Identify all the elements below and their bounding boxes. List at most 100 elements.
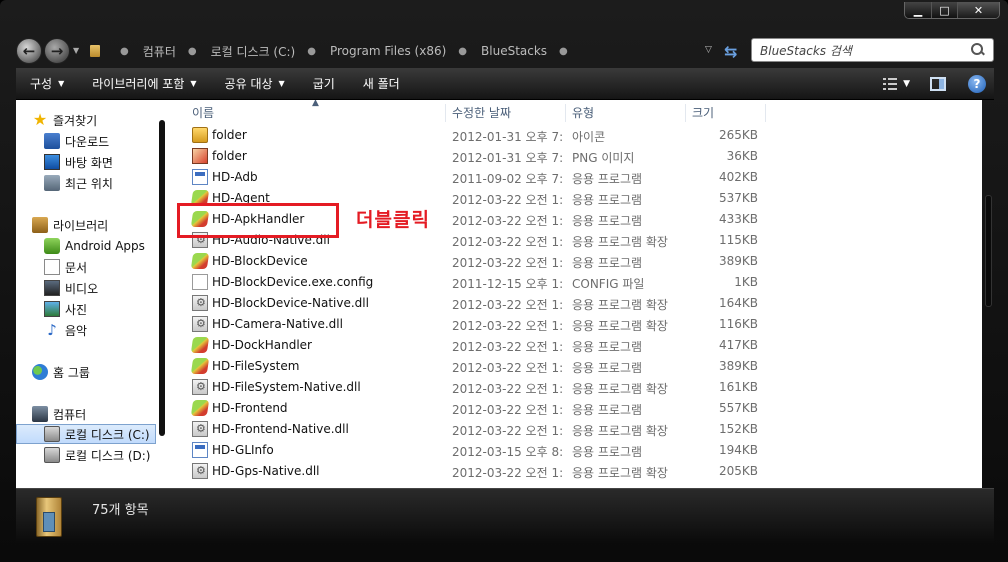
nav-homegroup[interactable]: 홈 그룹 bbox=[32, 362, 172, 382]
file-name: HD-GLInfo bbox=[212, 443, 274, 457]
back-button[interactable]: ← bbox=[16, 38, 42, 64]
nav-scrollbar[interactable] bbox=[159, 120, 165, 436]
downloads-icon bbox=[44, 133, 60, 149]
png-icon bbox=[192, 148, 208, 164]
table-row[interactable]: HD-GLInfo 2012-03-15 오후 8:... 응용 프로그램 194KB bbox=[172, 440, 982, 461]
table-row[interactable]: HD-FileSystem-Native.dll 2012-03-22 오전 1:… bbox=[172, 377, 982, 398]
dll-icon bbox=[192, 463, 208, 479]
highlight-box bbox=[177, 203, 339, 238]
file-name: HD-BlockDevice.exe.config bbox=[212, 275, 374, 289]
file-list-scrollbar[interactable] bbox=[985, 195, 992, 307]
computer-icon bbox=[32, 406, 48, 422]
file-type: 응용 프로그램 확장 bbox=[572, 424, 668, 438]
new-folder-button[interactable]: 새 폴더 bbox=[349, 68, 414, 99]
table-row[interactable]: HD-Frontend-Native.dll 2012-03-22 오전 1:..… bbox=[172, 419, 982, 440]
search-box[interactable]: BlueStacks 검색 bbox=[751, 38, 994, 62]
close-button[interactable]: ✕ bbox=[957, 2, 999, 18]
include-library-button[interactable]: 라이브러리에 포함 ▼ bbox=[78, 68, 210, 99]
nav-pictures[interactable]: 사진 bbox=[44, 299, 172, 319]
breadcrumb-program-files[interactable]: Program Files (x86) bbox=[330, 44, 446, 58]
forward-button[interactable]: → bbox=[44, 38, 70, 64]
table-row[interactable]: HD-BlockDevice.exe.config 2011-12-15 오후 1… bbox=[172, 272, 982, 293]
nav-recent[interactable]: 최근 위치 bbox=[44, 173, 172, 193]
file-type: 응용 프로그램 bbox=[572, 256, 643, 270]
recent-pages-chevron-icon[interactable]: ▼ bbox=[73, 46, 79, 55]
help-icon[interactable]: ? bbox=[968, 74, 986, 93]
nav-label: 홈 그룹 bbox=[53, 365, 90, 380]
table-row[interactable]: HD-Frontend 2012-03-22 오전 1:... 응용 프로그램 557… bbox=[172, 398, 982, 419]
organize-button[interactable]: 구성 ▼ bbox=[16, 68, 78, 99]
view-chevron-down-icon[interactable]: ▼ bbox=[903, 79, 910, 89]
file-date: 2012-01-31 오후 7:... bbox=[452, 151, 564, 165]
file-name: HD-Gps-Native.dll bbox=[212, 464, 320, 478]
search-input[interactable]: BlueStacks 검색 bbox=[760, 42, 852, 59]
view-details-icon[interactable] bbox=[883, 77, 898, 90]
breadcrumb-separator-icon[interactable]: ● bbox=[559, 46, 568, 57]
refresh-icon[interactable]: ⇆ bbox=[724, 42, 737, 61]
nav-downloads[interactable]: 다운로드 bbox=[44, 131, 172, 151]
address-dropdown-chevron-icon[interactable]: ▽ bbox=[705, 45, 712, 55]
table-row[interactable]: HD-Camera-Native.dll 2012-03-22 오전 1:... 응… bbox=[172, 314, 982, 335]
column-name[interactable]: 이름 bbox=[186, 104, 446, 122]
table-row[interactable]: HD-Adb 2011-09-02 오후 7:... 응용 프로그램 402KB bbox=[172, 167, 982, 188]
dll-icon bbox=[192, 379, 208, 395]
breadcrumb-computer[interactable]: 컴퓨터 bbox=[143, 43, 176, 60]
nav-computer[interactable]: 컴퓨터 bbox=[32, 404, 172, 424]
breadcrumb-drive-c[interactable]: 로컬 디스크 (C:) bbox=[211, 43, 296, 60]
table-row[interactable]: HD-Gps-Native.dll 2012-03-22 오전 1:... 응용 프… bbox=[172, 461, 982, 482]
file-date: 2012-03-22 오전 1:... bbox=[452, 382, 564, 396]
column-date[interactable]: 수정한 날짜 bbox=[446, 104, 566, 122]
column-size[interactable]: 크기 bbox=[686, 104, 766, 122]
file-type: 응용 프로그램 확장 bbox=[572, 319, 668, 333]
nav-android-apps[interactable]: Android Apps bbox=[44, 236, 172, 256]
folder-icon bbox=[90, 45, 100, 57]
nav-label: 사진 bbox=[65, 302, 88, 317]
nav-label: 최근 위치 bbox=[65, 176, 113, 191]
nav-favorites[interactable]: ★ 즐겨찾기 bbox=[32, 110, 172, 130]
file-size: 161KB bbox=[718, 380, 758, 394]
breadcrumb: ● 컴퓨터 ● 로컬 디스크 (C:) ● Program Files (x86… bbox=[108, 43, 582, 60]
breadcrumb-bluestacks[interactable]: BlueStacks bbox=[481, 44, 547, 58]
nav-label: 바탕 화면 bbox=[65, 155, 113, 170]
breadcrumb-separator-icon[interactable]: ● bbox=[120, 46, 129, 57]
nav-label: 다운로드 bbox=[65, 134, 110, 149]
file-type: 응용 프로그램 bbox=[572, 214, 643, 228]
breadcrumb-separator-icon[interactable]: ● bbox=[188, 46, 197, 57]
library-icon bbox=[32, 217, 48, 233]
table-row[interactable]: folder 2012-01-31 오후 7:... 아이콘 265KB bbox=[172, 125, 982, 146]
breadcrumb-separator-icon[interactable]: ● bbox=[307, 46, 316, 57]
minimize-button[interactable]: ▁ bbox=[905, 2, 931, 18]
nav-music[interactable]: ♪ 음악 bbox=[44, 320, 172, 340]
table-row[interactable]: HD-FileSystem 2012-03-22 오전 1:... 응용 프로그램 3… bbox=[172, 356, 982, 377]
burn-button[interactable]: 굽기 bbox=[299, 68, 349, 99]
chevron-down-icon: ▼ bbox=[58, 79, 65, 88]
breadcrumb-separator-icon[interactable]: ● bbox=[458, 46, 467, 57]
file-date: 2011-09-02 오후 7:... bbox=[452, 172, 564, 186]
picture-icon bbox=[44, 301, 60, 317]
maximize-button[interactable]: □ bbox=[931, 2, 957, 18]
table-row[interactable]: HD-DockHandler 2012-03-22 오전 1:... 응용 프로그램… bbox=[172, 335, 982, 356]
command-bar: 구성 ▼ 라이브러리에 포함 ▼ 공유 대상 ▼ 굽기 새 폴더 ▼ ? bbox=[16, 68, 994, 100]
column-type[interactable]: 유형 bbox=[566, 104, 686, 122]
address-bar[interactable]: ● 컴퓨터 ● 로컬 디스크 (C:) ● Program Files (x86… bbox=[84, 39, 720, 63]
nav-documents[interactable]: 문서 bbox=[44, 257, 172, 277]
nav-desktop[interactable]: 바탕 화면 bbox=[44, 152, 172, 172]
file-name: HD-BlockDevice bbox=[212, 254, 308, 268]
recent-places-icon bbox=[44, 175, 60, 191]
search-icon[interactable] bbox=[971, 43, 985, 57]
file-date: 2012-03-22 오전 1:... bbox=[452, 235, 564, 249]
preview-pane-icon[interactable] bbox=[930, 76, 946, 91]
nav-libraries[interactable]: 라이브러리 bbox=[32, 215, 172, 235]
table-row[interactable]: HD-BlockDevice 2012-03-22 오전 1:... 응용 프로그램… bbox=[172, 251, 982, 272]
dll-icon bbox=[192, 421, 208, 437]
nav-videos[interactable]: 비디오 bbox=[44, 278, 172, 298]
music-note-icon: ♪ bbox=[47, 321, 57, 339]
file-date: 2012-03-22 오전 1:... bbox=[452, 256, 564, 270]
nav-drive-d[interactable]: 로컬 디스크 (D:) bbox=[44, 445, 172, 465]
share-button[interactable]: 공유 대상 ▼ bbox=[211, 68, 299, 99]
nav-drive-c[interactable]: 로컬 디스크 (C:) bbox=[16, 424, 156, 444]
table-row[interactable]: HD-BlockDevice-Native.dll 2012-03-22 오전 1… bbox=[172, 293, 982, 314]
file-date: 2012-03-22 오전 1:... bbox=[452, 340, 564, 354]
file-type: 응용 프로그램 bbox=[572, 340, 643, 354]
table-row[interactable]: folder 2012-01-31 오후 7:... PNG 이미지 36KB bbox=[172, 146, 982, 167]
